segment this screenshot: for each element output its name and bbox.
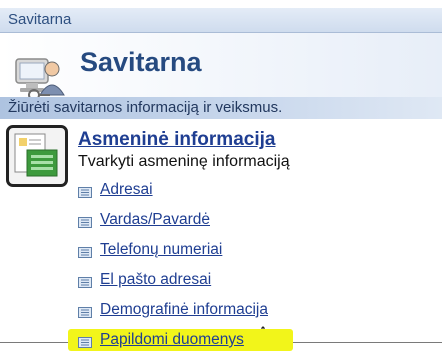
list-icon bbox=[78, 185, 92, 198]
list-icon bbox=[78, 335, 92, 348]
description-text: Žiūrėti savitarnos informaciją ir veiksm… bbox=[8, 99, 283, 116]
link-item-vardas-pavarde[interactable]: Vardas/Pavardė bbox=[78, 205, 268, 235]
self-service-icon bbox=[12, 51, 70, 103]
personal-info-links: Adresai Vardas/Pavardė Telefonų numeriai… bbox=[68, 175, 293, 355]
section-subtitle: Tvarkyti asmeninę informaciją bbox=[78, 153, 290, 170]
list-icon bbox=[78, 215, 92, 228]
top-bar-title: Savitarna bbox=[8, 11, 72, 28]
personal-info-folder-icon[interactable] bbox=[6, 125, 68, 187]
top-bar: Savitarna bbox=[0, 8, 442, 33]
link-item-demografine-informacija[interactable]: Demografinė informacija bbox=[78, 295, 268, 325]
list-icon bbox=[78, 305, 92, 318]
description-bar: Žiūrėti savitarnos informaciją ir veiksm… bbox=[0, 97, 442, 119]
link-item-adresai[interactable]: Adresai bbox=[78, 175, 268, 205]
link-label[interactable]: Adresai bbox=[100, 181, 153, 199]
link-label[interactable]: El pašto adresai bbox=[100, 271, 211, 289]
page-title: Savitarna bbox=[80, 47, 202, 77]
list-icon bbox=[78, 275, 92, 288]
link-item-el-pasto-adresai[interactable]: El pašto adresai bbox=[78, 265, 268, 295]
page-header: Savitarna bbox=[0, 33, 442, 101]
section-title-link[interactable]: Asmeninė informacija bbox=[78, 129, 275, 151]
link-label[interactable]: Demografinė informacija bbox=[100, 301, 268, 319]
link-item-telefonu-numeriai[interactable]: Telefonų numeriai bbox=[78, 235, 268, 265]
link-label[interactable]: Vardas/Pavardė bbox=[100, 211, 210, 229]
list-icon bbox=[78, 245, 92, 258]
link-label[interactable]: Papildomi duomenys bbox=[100, 331, 244, 349]
link-label[interactable]: Telefonų numeriai bbox=[100, 241, 222, 259]
link-item-papildomi-duomenys[interactable]: Papildomi duomenys bbox=[68, 325, 293, 355]
